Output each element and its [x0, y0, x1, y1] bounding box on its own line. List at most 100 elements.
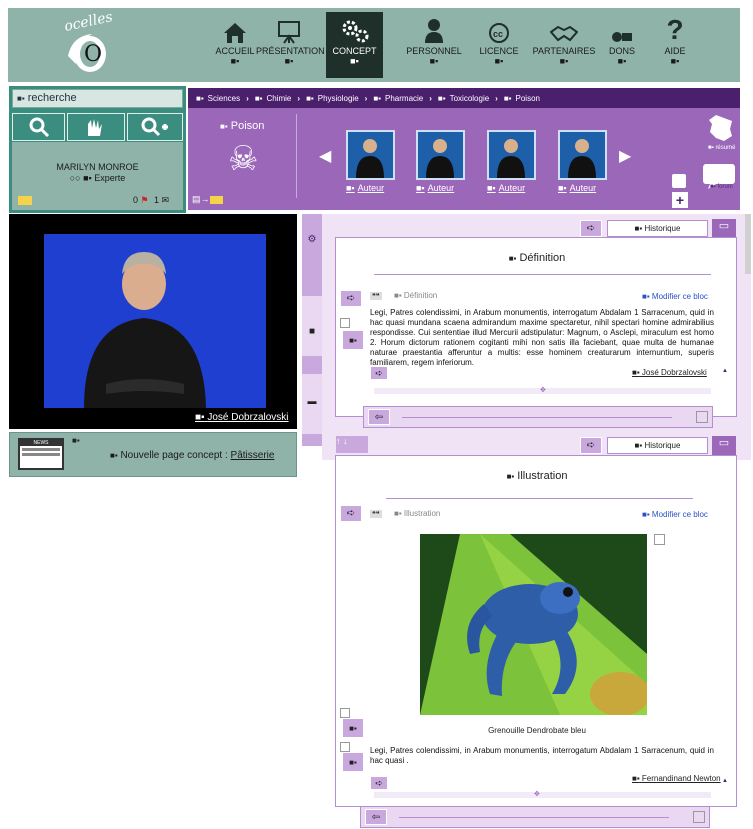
- video-tag[interactable]: ■▪: [342, 718, 364, 738]
- video-tag[interactable]: ■▪: [342, 330, 364, 350]
- nav-presentation[interactable]: PRÉSENTATION ■▪: [256, 12, 325, 78]
- add-to-folder-icon[interactable]: ▤→: [192, 194, 223, 205]
- search-input[interactable]: ■▪ recherche: [12, 89, 183, 108]
- breadcrumb: ■▪ Sciences › ■▪ Chimie › ■▪ Physiologie › ■▪ P…: [188, 88, 740, 108]
- advanced-search-button[interactable]: [127, 113, 183, 141]
- divider: [374, 274, 711, 275]
- nav-label: PARTENAIRES: [532, 46, 596, 56]
- nav-concept[interactable]: CONCEPT ■▪: [326, 12, 383, 78]
- next-arrow-icon[interactable]: ▶: [619, 146, 631, 166]
- arrow-tag[interactable]: ➪: [580, 437, 602, 454]
- sign-search-button[interactable]: [67, 113, 125, 141]
- arrow-tag[interactable]: ➪: [580, 220, 602, 237]
- image-caption: Grenouille Dendrobate bleu: [488, 726, 586, 735]
- video-credit[interactable]: ■▪ José Dobrzalovski: [195, 412, 289, 423]
- reply-arrow-icon[interactable]: ⇦: [368, 409, 390, 425]
- sign-icon: ■▪: [634, 441, 643, 450]
- author-link[interactable]: ■▪ Auteur: [487, 183, 525, 193]
- block-author[interactable]: ■▪ Fernandinand Newton: [632, 774, 721, 783]
- sign-icon: ■▪: [558, 183, 567, 193]
- breadcrumb-item[interactable]: Toxicologie: [450, 94, 490, 103]
- collapse-icon[interactable]: ▲: [722, 778, 728, 784]
- breadcrumb-item[interactable]: Physiologie: [318, 94, 359, 103]
- author-link[interactable]: ■▪ Auteur: [346, 183, 384, 193]
- breadcrumb-item[interactable]: Chimie: [266, 94, 291, 103]
- handshake-icon: [550, 25, 578, 42]
- sign-icon: ■▪: [346, 183, 355, 193]
- quote-icon: ❝❝: [370, 510, 382, 518]
- search-button[interactable]: [12, 113, 65, 141]
- user-box: MARILYN MONROE ○○ ■▪ Experte 0 ⚑ 1 ✉: [12, 142, 183, 210]
- nav-label: CONCEPT: [332, 46, 377, 56]
- donate-icon: [612, 32, 632, 42]
- author-thumbnail[interactable]: [346, 130, 395, 180]
- logo-letter: O: [84, 42, 103, 67]
- message-count[interactable]: 1 ✉: [154, 195, 169, 206]
- author-link[interactable]: ■▪ Auteur: [416, 183, 454, 193]
- sign-icon: ■▪: [83, 173, 92, 183]
- arrow-tag[interactable]: ➪: [340, 505, 362, 522]
- video-tag[interactable]: ■▪: [342, 752, 364, 772]
- edit-block-link[interactable]: ■▪ Modifier ce bloc: [642, 292, 708, 301]
- prev-arrow-icon[interactable]: ◀: [319, 146, 331, 166]
- scrollbar[interactable]: [745, 214, 751, 274]
- nav-dons[interactable]: DONS ■▪: [600, 12, 644, 78]
- block-subtitle: ■▪ Illustration: [394, 509, 441, 518]
- nav-label: DONS: [608, 46, 635, 56]
- block-author[interactable]: ■▪ José Dobrzalovski: [632, 368, 707, 377]
- author-thumbnail[interactable]: [558, 130, 607, 180]
- video-player[interactable]: ■▪ José Dobrzalovski: [9, 214, 297, 429]
- ocelles-logo[interactable]: ocelles O: [58, 9, 118, 78]
- sign-icon: ■▪: [503, 93, 512, 103]
- nav-personnel[interactable]: PERSONNEL ■▪: [403, 12, 465, 78]
- news-link[interactable]: Pâtisserie: [231, 450, 275, 461]
- arrow-tag[interactable]: ➪: [370, 776, 388, 790]
- historique-button[interactable]: ■▪ Historique: [607, 437, 708, 454]
- print-block-icon[interactable]: ▭: [712, 219, 736, 238]
- slider-handle[interactable]: ✥: [534, 790, 540, 798]
- author-thumbnail[interactable]: [416, 130, 465, 180]
- sign-icon: ■▪: [710, 184, 716, 190]
- clapper-tab[interactable]: ▬: [302, 374, 322, 434]
- slider-handle[interactable]: ✥: [540, 386, 546, 394]
- breadcrumb-item[interactable]: Pharmacie: [385, 94, 423, 103]
- historique-button[interactable]: ■▪ Historique: [607, 220, 708, 237]
- flag-count[interactable]: 0 ⚑: [133, 195, 149, 206]
- breadcrumb-item[interactable]: Poison: [516, 94, 540, 103]
- reorder-arrows[interactable]: ↑ ↓: [336, 436, 368, 453]
- sign-icon: ■▪: [284, 56, 294, 66]
- author-thumbnail[interactable]: [487, 130, 536, 180]
- close-icon[interactable]: [340, 742, 350, 752]
- reply-arrow-icon[interactable]: ⇦: [365, 809, 387, 825]
- expand-icon[interactable]: [696, 411, 708, 423]
- close-icon[interactable]: [340, 708, 350, 718]
- arrow-tag[interactable]: ➪: [340, 290, 362, 307]
- breadcrumb-item[interactable]: Sciences: [208, 94, 240, 103]
- edit-block-link[interactable]: ■▪ Modifier ce bloc: [642, 510, 708, 519]
- folder-icon[interactable]: [18, 196, 32, 205]
- nav-aide[interactable]: ? AIDE ■▪: [650, 12, 700, 78]
- vertical-tabs: ⚙ ■ ▬: [302, 214, 322, 446]
- camera-tab[interactable]: ■: [302, 296, 322, 356]
- close-icon[interactable]: [340, 318, 350, 328]
- user-level-row: ○○ ■▪ Experte: [12, 173, 183, 183]
- nav-partenaires[interactable]: PARTENAIRES ■▪: [530, 12, 598, 78]
- close-icon[interactable]: [654, 534, 665, 545]
- print-icon[interactable]: [672, 174, 686, 188]
- user-name: MARILYN MONROE: [56, 162, 139, 172]
- collapse-icon[interactable]: ▲: [722, 368, 728, 374]
- slider[interactable]: [374, 792, 711, 798]
- author-link[interactable]: ■▪ Auteur: [558, 183, 596, 193]
- print-block-icon[interactable]: ▭: [712, 436, 736, 455]
- sign-icon: ■▪: [494, 56, 504, 66]
- arrow-tag[interactable]: ➪: [370, 366, 388, 380]
- resume-button[interactable]: ■▪ résumé: [708, 114, 735, 151]
- gears-icon: [342, 20, 368, 43]
- nav-licence[interactable]: cc LICENCE ■▪: [468, 12, 530, 78]
- newspaper-icon: NEWS: [18, 438, 64, 470]
- nav-label: AIDE: [664, 46, 686, 56]
- add-icon[interactable]: +: [672, 192, 688, 208]
- forum-button[interactable]: ■▪ forum: [702, 162, 736, 195]
- gears-tab[interactable]: ⚙: [302, 234, 322, 274]
- expand-icon[interactable]: [693, 811, 705, 823]
